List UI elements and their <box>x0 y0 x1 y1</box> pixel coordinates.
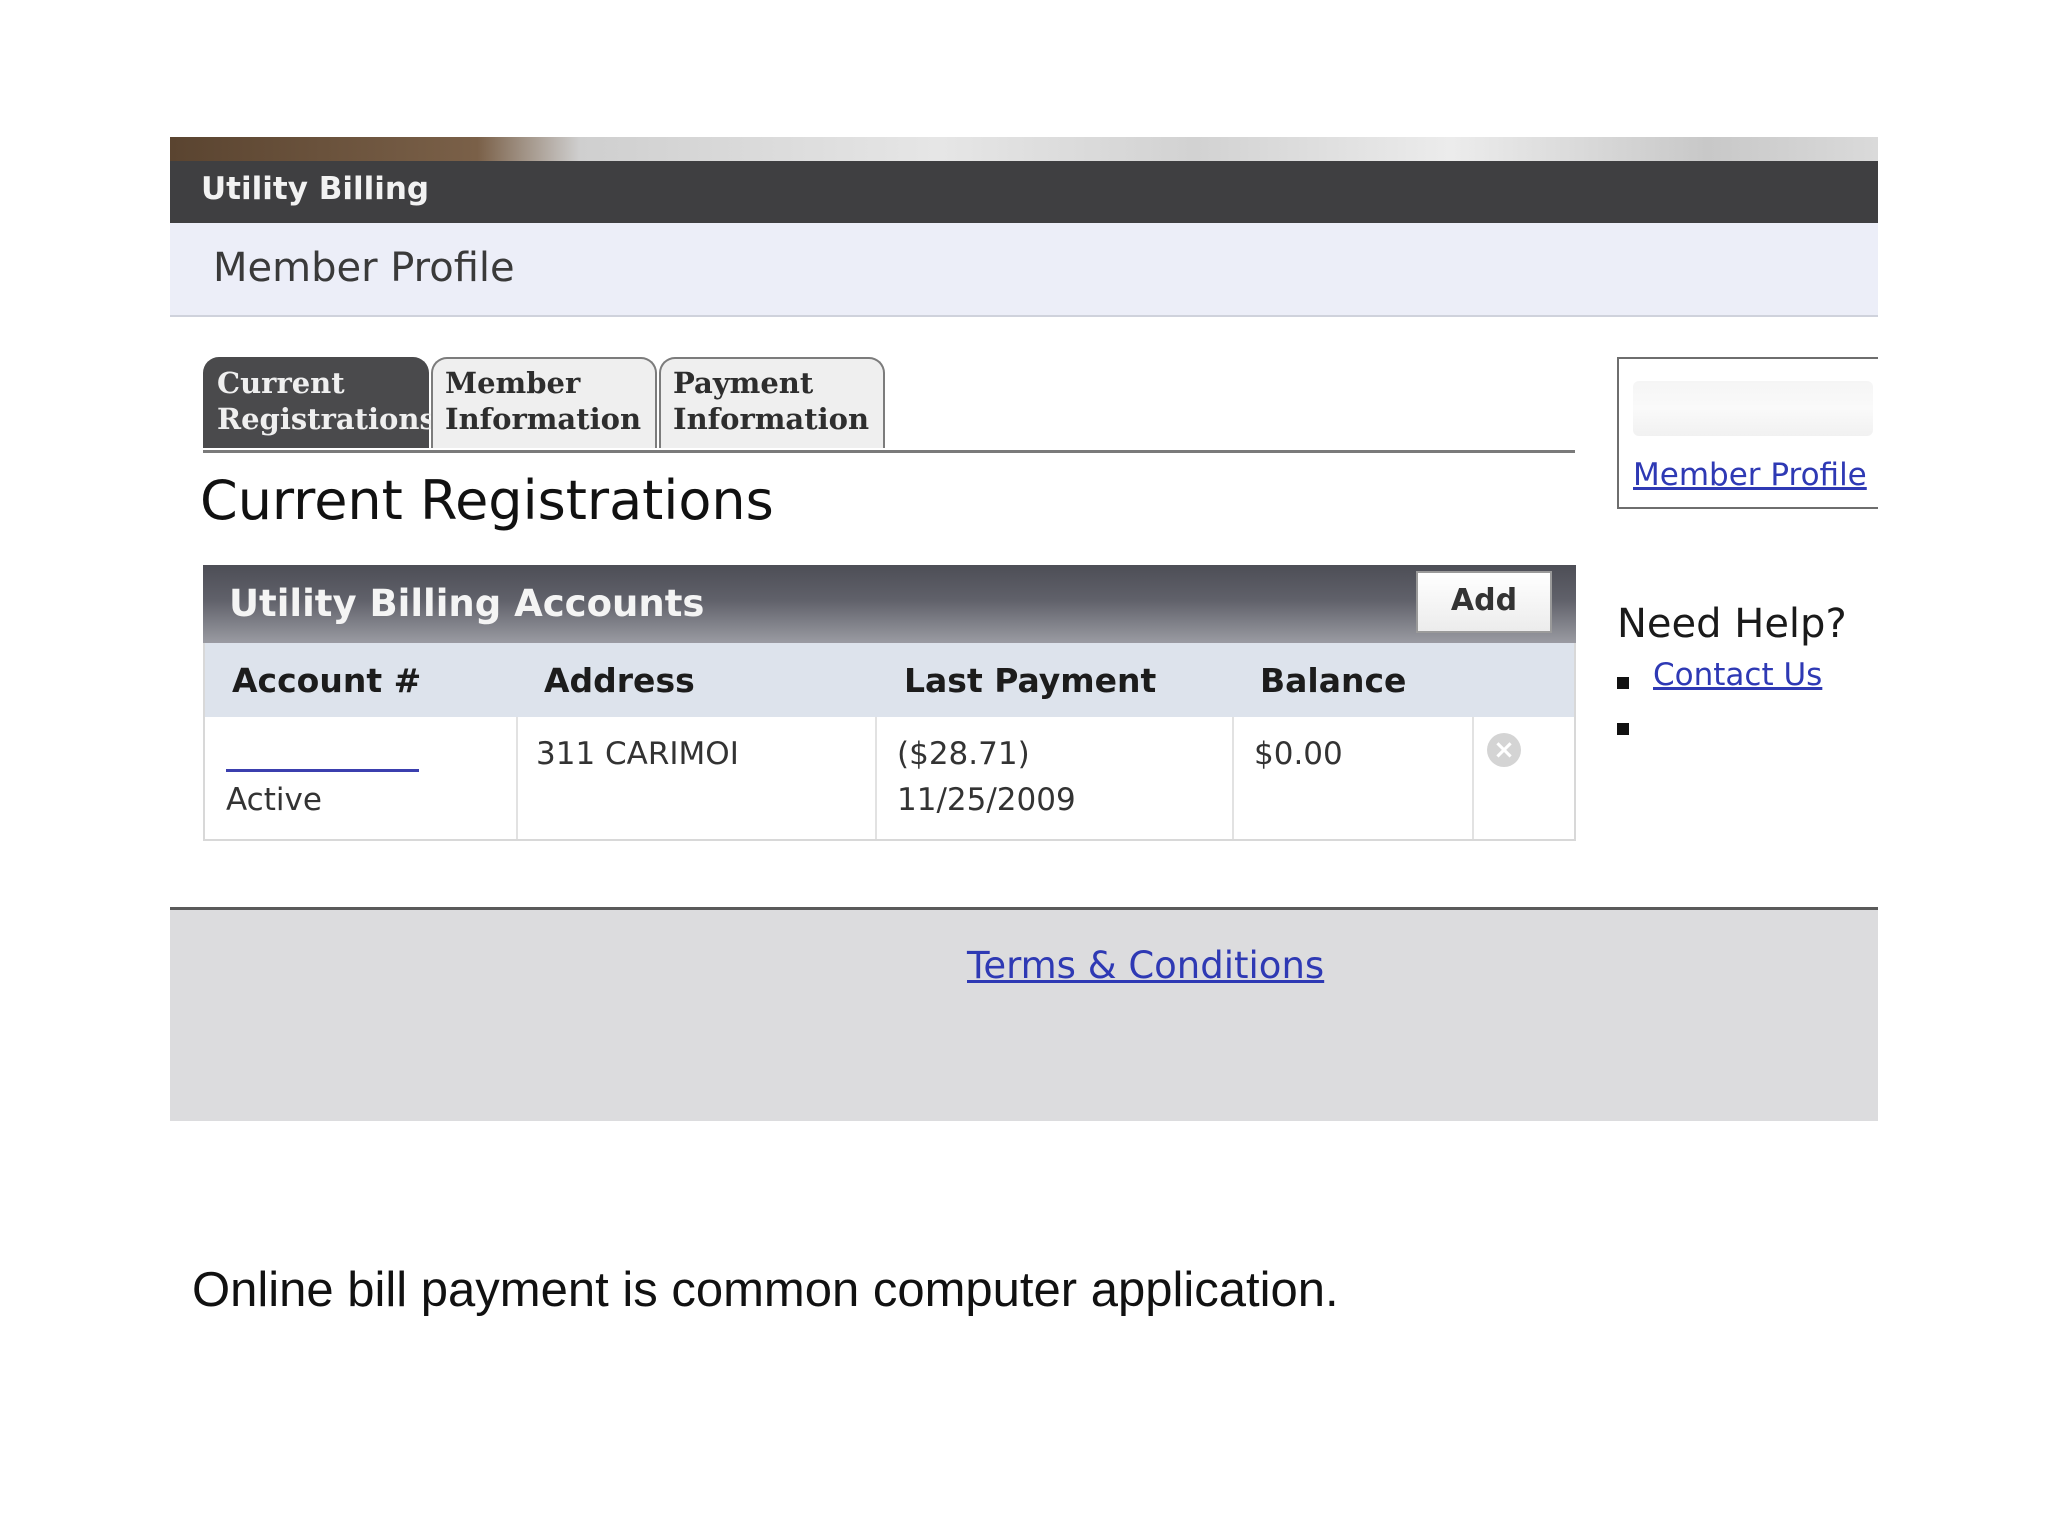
column-header-address: Address <box>544 661 695 700</box>
contact-us-link[interactable]: Contact Us <box>1653 657 1822 693</box>
tab-payment-information[interactable]: Payment Information <box>659 357 885 448</box>
utility-billing-accounts-panel: Utility Billing Accounts Add Account # A… <box>203 565 1576 841</box>
column-header-balance: Balance <box>1260 661 1407 700</box>
add-account-button[interactable]: Add <box>1416 571 1552 633</box>
account-status: Active <box>226 782 322 818</box>
app-title: Utility Billing <box>201 171 430 207</box>
last-payment-amount: ($28.71) <box>897 736 1030 772</box>
column-divider <box>1472 717 1474 839</box>
tab-member-information[interactable]: Member Information <box>431 357 657 448</box>
tab-strip-divider <box>203 450 1575 453</box>
header-banner-image <box>170 137 1878 161</box>
tab-current-registrations[interactable]: Current Registrations <box>203 357 436 448</box>
need-help-heading: Need Help? <box>1617 601 1847 647</box>
column-divider <box>875 717 877 839</box>
account-address: 311 CARIMOI <box>536 736 739 772</box>
page-footer: Terms & Conditions <box>170 907 1878 1121</box>
app-title-bar: Utility Billing <box>170 161 1878 223</box>
panel-header: Utility Billing Accounts Add <box>203 565 1576 643</box>
table-header-row: Account # Address Last Payment Balance <box>205 643 1574 717</box>
account-balance: $0.00 <box>1254 736 1343 772</box>
panel-title: Utility Billing Accounts <box>229 582 705 625</box>
account-number-link[interactable] <box>226 769 419 772</box>
column-divider <box>1232 717 1234 839</box>
browser-screenshot: Utility Billing Member Profile Current R… <box>170 137 1878 1121</box>
slide-caption: Online bill payment is common computer a… <box>192 1263 1339 1317</box>
table-row: Active 311 CARIMOI ($28.71) 11/25/2009 $… <box>205 717 1574 839</box>
page-title-bar: Member Profile <box>170 223 1878 317</box>
blurred-member-name <box>1633 381 1873 436</box>
column-header-last-payment: Last Payment <box>904 661 1157 700</box>
terms-and-conditions-link[interactable]: Terms & Conditions <box>967 944 1324 987</box>
section-heading: Current Registrations <box>200 469 774 532</box>
remove-account-icon[interactable]: × <box>1487 733 1521 767</box>
member-profile-box: Member Profile <box>1617 357 1878 509</box>
last-payment-date: 11/25/2009 <box>897 782 1076 818</box>
column-divider <box>516 717 518 839</box>
page-title: Member Profile <box>213 245 515 291</box>
column-header-account: Account # <box>232 661 422 700</box>
bullet-icon <box>1617 677 1629 689</box>
bullet-icon <box>1617 723 1629 735</box>
member-profile-link[interactable]: Member Profile <box>1633 457 1867 493</box>
